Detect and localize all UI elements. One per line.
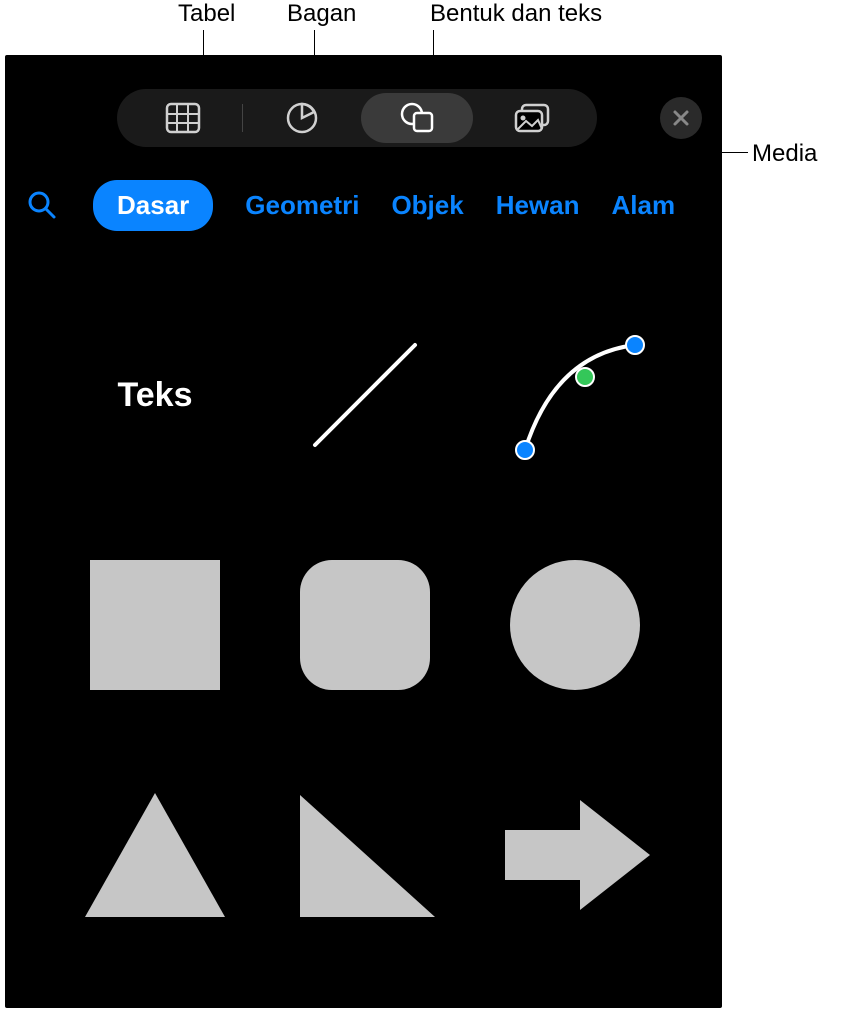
insert-toolbar — [117, 89, 597, 147]
circle-shape[interactable] — [490, 540, 660, 710]
square-icon — [85, 555, 225, 695]
category-bar: Dasar Geometri Objek Hewan Alam — [5, 175, 722, 235]
right-triangle-shape[interactable] — [280, 770, 450, 940]
table-icon — [165, 102, 201, 134]
table-button[interactable] — [127, 93, 239, 143]
text-shape-label: Teks — [118, 376, 193, 415]
curve-shape[interactable] — [490, 310, 660, 480]
circle-icon — [505, 555, 645, 695]
category-alam[interactable]: Alam — [612, 190, 676, 221]
text-shape[interactable]: Teks — [70, 310, 240, 480]
category-objek[interactable]: Objek — [391, 190, 463, 221]
shapes-icon — [398, 101, 436, 135]
arrow-right-shape[interactable] — [490, 770, 660, 940]
rounded-square-shape[interactable] — [280, 540, 450, 710]
triangle-icon — [80, 785, 230, 925]
callout-media: Media — [752, 140, 817, 168]
close-icon — [672, 109, 690, 127]
arrow-right-icon — [495, 785, 655, 925]
search-icon — [27, 190, 57, 220]
callout-chart: Bagan — [287, 0, 356, 28]
media-icon — [512, 101, 552, 135]
callout-table: Tabel — [178, 0, 235, 28]
shapes-button[interactable] — [361, 93, 473, 143]
chart-button[interactable] — [246, 93, 358, 143]
right-triangle-icon — [290, 785, 440, 925]
category-geometri[interactable]: Geometri — [245, 190, 359, 221]
toolbar-divider — [242, 104, 243, 132]
close-button[interactable] — [660, 97, 702, 139]
insert-panel: Dasar Geometri Objek Hewan Alam Teks — [5, 55, 722, 1008]
line-shape[interactable] — [280, 310, 450, 480]
curve-icon — [495, 315, 655, 475]
line-icon — [295, 325, 435, 465]
callout-shapes-text: Bentuk dan teks — [430, 0, 602, 28]
rounded-square-icon — [295, 555, 435, 695]
triangle-shape[interactable] — [70, 770, 240, 940]
shapes-grid: Teks — [55, 285, 675, 965]
chart-icon — [285, 101, 319, 135]
category-hewan[interactable]: Hewan — [496, 190, 580, 221]
square-shape[interactable] — [70, 540, 240, 710]
media-button[interactable] — [476, 93, 588, 143]
search-button[interactable] — [23, 186, 61, 224]
category-dasar[interactable]: Dasar — [93, 180, 213, 231]
